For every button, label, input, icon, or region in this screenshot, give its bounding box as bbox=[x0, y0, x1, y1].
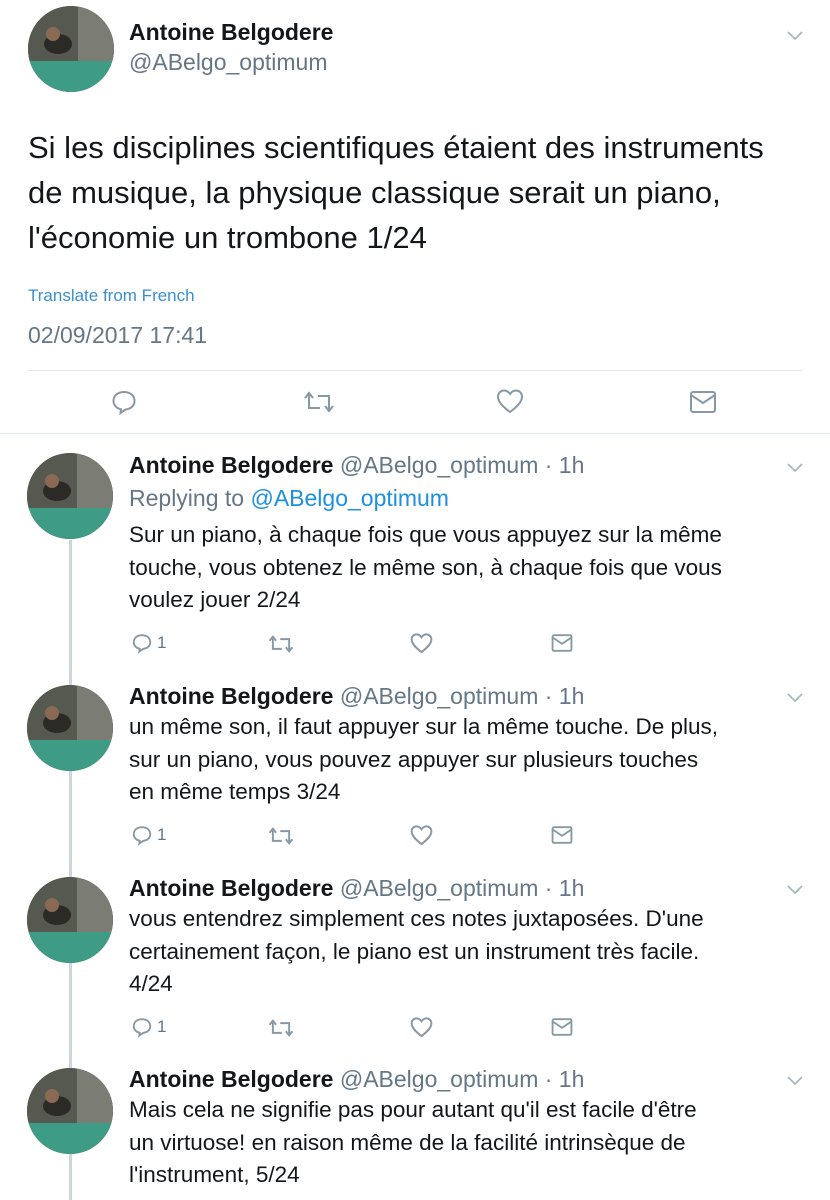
tweet-text-line: Si les disciplines scientifiques étaient… bbox=[28, 130, 764, 165]
avatar[interactable] bbox=[27, 1068, 113, 1154]
tweet-text-line: Sur un piano, à chaque fois que vous app… bbox=[129, 522, 722, 547]
replying-handle-link[interactable]: @ABelgo_optimum bbox=[250, 485, 449, 511]
tweet-text-line: voulez jouer 2/24 bbox=[129, 587, 301, 612]
tweet-timestamp: 02/09/2017 17:41 bbox=[28, 322, 208, 348]
retweet-icon bbox=[268, 827, 294, 845]
tweet-text-line: un même son, il faut appuyer sur la même… bbox=[129, 714, 719, 739]
like-button[interactable] bbox=[496, 388, 524, 414]
retweet-button[interactable] bbox=[303, 390, 335, 414]
tweet-header: Antoine Belgodere @ABelgo_optimum · 1h bbox=[129, 452, 584, 479]
avatar[interactable] bbox=[27, 453, 113, 539]
like-icon bbox=[410, 1017, 433, 1038]
reply-icon bbox=[112, 390, 136, 416]
tweet-text-line: l'instrument, 5/24 bbox=[129, 1162, 300, 1187]
tweet-text-line: un virtuose! en raison même de la facili… bbox=[129, 1129, 686, 1155]
tweet-text-line: sur un piano, vous pouvez appuyer sur pl… bbox=[129, 746, 699, 772]
tweet-header: Antoine Belgodere @ABelgo_optimum · 1h bbox=[129, 683, 584, 710]
author-handle[interactable]: @ABelgo_optimum · 1h bbox=[340, 683, 585, 709]
replying-prefix: Replying to bbox=[129, 485, 251, 511]
retweet-button[interactable] bbox=[268, 634, 294, 654]
author-name[interactable]: Antoine Belgodere bbox=[129, 683, 333, 709]
tweet-text-line: en même temps 3/24 bbox=[129, 779, 341, 804]
reply-count: 1 bbox=[157, 1017, 167, 1036]
divider bbox=[0, 433, 830, 434]
author-name[interactable]: Antoine Belgodere bbox=[129, 452, 333, 478]
tweet-text: Si les disciplines scientifiques étaient… bbox=[28, 125, 798, 260]
message-icon bbox=[551, 1018, 573, 1036]
tweet-text: un même son, il faut appuyer sur la même… bbox=[129, 711, 809, 809]
like-icon bbox=[496, 389, 524, 414]
like-icon bbox=[410, 825, 433, 846]
reply-button[interactable]: 1 bbox=[131, 824, 166, 846]
tweet-text-line: l'économie un trombone 1/24 bbox=[28, 220, 427, 255]
reply-button[interactable]: 1 bbox=[131, 1016, 166, 1038]
message-button[interactable] bbox=[689, 390, 717, 414]
tweet-text: Sur un piano, à chaque fois que vous app… bbox=[129, 519, 809, 617]
avatar[interactable] bbox=[28, 6, 114, 92]
reply-count: 1 bbox=[157, 633, 167, 652]
retweet-button[interactable] bbox=[268, 1018, 294, 1038]
retweet-button[interactable] bbox=[268, 826, 294, 846]
chevron-down-icon[interactable] bbox=[786, 1071, 804, 1089]
tweet-text: vous entendrez simplement ces notes juxt… bbox=[129, 903, 809, 1001]
author-handle[interactable]: @ABelgo_optimum bbox=[129, 49, 328, 76]
author-name[interactable]: Antoine Belgodere bbox=[129, 1066, 333, 1092]
reply-icon bbox=[132, 826, 152, 846]
chevron-down-icon[interactable] bbox=[786, 688, 804, 706]
message-icon bbox=[551, 826, 573, 844]
translate-link[interactable]: Translate from French bbox=[28, 286, 195, 306]
like-button[interactable] bbox=[410, 632, 433, 654]
author-handle[interactable]: @ABelgo_optimum · 1h bbox=[340, 1066, 585, 1092]
retweet-icon bbox=[268, 1019, 294, 1037]
tweet-header: Antoine Belgodere @ABelgo_optimum · 1h bbox=[129, 875, 584, 902]
tweet-text-line: 4/24 bbox=[129, 971, 173, 996]
avatar[interactable] bbox=[27, 685, 113, 771]
message-icon bbox=[690, 391, 716, 413]
tweet-text-line: vous entendrez simplement ces notes juxt… bbox=[129, 906, 704, 931]
tweet-text-line: certainement façon, le piano est un inst… bbox=[129, 938, 700, 964]
author-handle[interactable]: @ABelgo_optimum · 1h bbox=[340, 452, 585, 478]
replying-to: Replying to @ABelgo_optimum bbox=[129, 485, 449, 512]
retweet-icon bbox=[304, 391, 334, 413]
author-handle[interactable]: @ABelgo_optimum · 1h bbox=[340, 875, 585, 901]
tweet-text: Mais cela ne signifie pas pour autant qu… bbox=[129, 1094, 809, 1192]
message-button[interactable] bbox=[551, 825, 573, 845]
retweet-icon bbox=[268, 635, 294, 653]
chevron-down-icon[interactable] bbox=[786, 458, 804, 476]
reply-button[interactable]: 1 bbox=[131, 632, 166, 654]
chevron-down-icon[interactable] bbox=[786, 880, 804, 898]
author-name[interactable]: Antoine Belgodere bbox=[129, 19, 333, 46]
message-button[interactable] bbox=[551, 1017, 573, 1037]
reply-icon bbox=[132, 1018, 152, 1038]
tweet-text-line: Mais cela ne signifie pas pour autant qu… bbox=[129, 1097, 697, 1122]
tweet-header: Antoine Belgodere @ABelgo_optimum · 1h bbox=[129, 1066, 584, 1093]
divider bbox=[28, 370, 802, 371]
reply-button[interactable] bbox=[110, 388, 138, 416]
message-icon bbox=[551, 634, 573, 652]
tweet-text-line: touche, vous obtenez le même son, à chaq… bbox=[129, 554, 722, 580]
tweet-text-line: de musique, la physique classique serait… bbox=[28, 175, 721, 210]
author-name[interactable]: Antoine Belgodere bbox=[129, 875, 333, 901]
like-button[interactable] bbox=[410, 824, 433, 846]
message-button[interactable] bbox=[551, 633, 573, 653]
avatar[interactable] bbox=[27, 877, 113, 963]
like-button[interactable] bbox=[410, 1016, 433, 1038]
reply-count: 1 bbox=[157, 825, 167, 844]
reply-icon bbox=[132, 634, 152, 654]
like-icon bbox=[410, 633, 433, 654]
chevron-down-icon[interactable] bbox=[786, 26, 804, 44]
